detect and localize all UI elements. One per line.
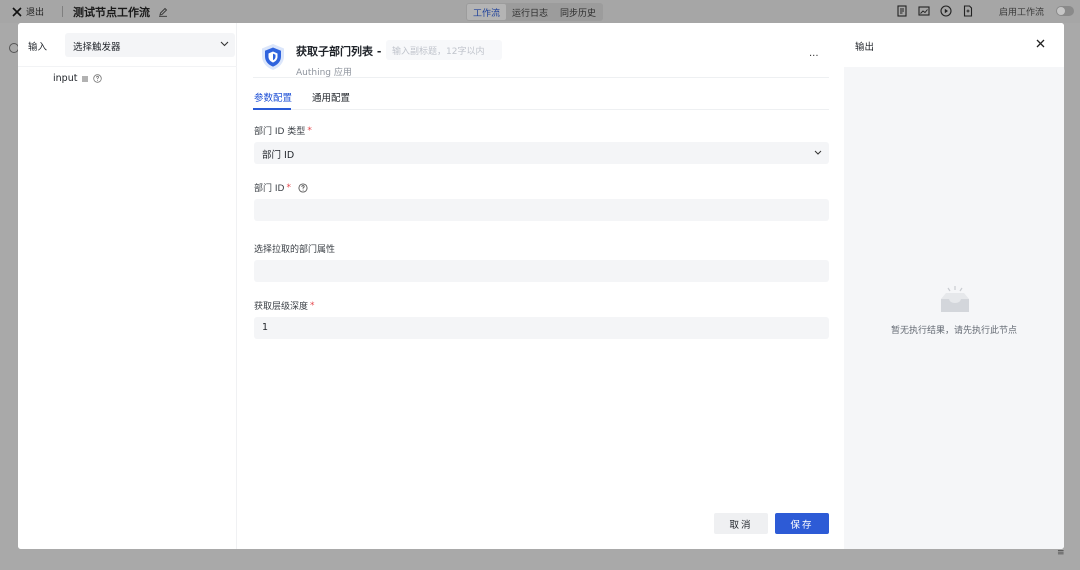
canvas-menu-icon: ≡: [1057, 548, 1065, 558]
file-icon[interactable]: [962, 5, 974, 17]
close-icon: [12, 6, 22, 17]
tab-param-config[interactable]: 参数配置: [254, 90, 292, 104]
input-panel-header: 输入 选择触发器: [18, 23, 237, 67]
dept-id-type-label-text: 部门 ID 类型: [254, 127, 306, 137]
input-panel: 输入 选择触发器 input: [18, 23, 237, 549]
header-divider: [253, 77, 829, 78]
depth-label: 获取层级深度 *: [254, 299, 315, 313]
node-config-modal: 输入 选择触发器 input 获取子部门列表 - 输入副标题，12字以内 Aut…: [18, 23, 1064, 549]
divider: [62, 6, 63, 17]
chevron-down-icon: [814, 150, 822, 155]
document-icon[interactable]: [896, 5, 908, 17]
help-icon[interactable]: [298, 182, 308, 193]
tab-general-config[interactable]: 通用配置: [312, 90, 350, 104]
dept-id-label: 部门 ID *: [254, 181, 308, 194]
exit-label: 退出: [26, 8, 45, 18]
empty-inbox-icon: [941, 286, 969, 312]
required-mark: *: [307, 125, 312, 136]
tab-bar-line: [253, 109, 829, 110]
workflow-title: 测试节点工作流: [73, 4, 168, 20]
dept-attrs-select[interactable]: [254, 260, 829, 282]
node-description-input[interactable]: 输入副标题，12字以内: [386, 40, 502, 60]
help-icon[interactable]: [93, 74, 103, 83]
depth-input[interactable]: 1: [254, 317, 829, 339]
image-icon[interactable]: [918, 5, 930, 17]
dept-id-type-value: 部门 ID: [262, 150, 295, 161]
trigger-select[interactable]: 选择触发器: [65, 33, 235, 57]
dept-attrs-label: 选择拉取的部门属性: [254, 242, 335, 255]
save-button[interactable]: 保存: [775, 513, 829, 534]
dept-id-type-select[interactable]: 部门 ID: [254, 142, 829, 164]
edit-icon[interactable]: [158, 7, 168, 17]
list-icon: [82, 76, 89, 81]
node-name: 获取子部门列表 -: [296, 45, 382, 58]
dept-id-label-text: 部门 ID: [254, 184, 285, 194]
depth-value: 1: [262, 322, 269, 333]
exit-button[interactable]: 退出: [12, 5, 44, 18]
authing-shield-icon: [262, 44, 284, 70]
dept-id-type-label: 部门 ID 类型 *: [254, 124, 312, 138]
output-panel-header: 输出: [844, 23, 1064, 67]
workflow-title-text: 测试节点工作流: [73, 6, 150, 19]
input-param-name: input: [53, 73, 78, 84]
tab-run-log[interactable]: 运行日志: [506, 4, 554, 20]
config-panel: 获取子部门列表 - 输入副标题，12字以内 Authing 应用 ··· 参数配…: [237, 23, 844, 549]
output-panel: 输出 暂无执行结果，请先执行此节点: [844, 23, 1064, 549]
output-panel-title: 输出: [855, 42, 875, 53]
dept-id-input[interactable]: [254, 199, 829, 221]
enable-workflow-label: 启用工作流: [999, 8, 1045, 18]
required-mark: *: [310, 300, 315, 311]
dept-attrs-label-text: 选择拉取的部门属性: [254, 245, 336, 255]
depth-label-text: 获取层级深度: [254, 302, 309, 312]
active-tab-indicator: [253, 108, 291, 110]
input-panel-title: 输入: [28, 42, 48, 53]
more-options-button[interactable]: ···: [809, 51, 819, 62]
required-mark: *: [286, 182, 291, 193]
empty-state-text: 暂无执行结果，请先执行此节点: [890, 326, 1017, 336]
tab-sync-history[interactable]: 同步历史: [554, 4, 602, 20]
input-param-item[interactable]: input: [53, 73, 103, 84]
top-bar: 退出 测试节点工作流 工作流 运行日志 同步历史 启用工作流: [0, 0, 1080, 23]
enable-workflow-toggle[interactable]: [1056, 6, 1074, 16]
play-icon[interactable]: [940, 5, 952, 17]
view-tabs: 工作流 运行日志 同步历史: [466, 3, 604, 21]
toolbar: [896, 5, 974, 17]
cancel-button[interactable]: 取消: [714, 513, 768, 534]
tab-workflow[interactable]: 工作流: [467, 4, 507, 20]
chevron-down-icon: [220, 41, 229, 47]
close-icon[interactable]: [1036, 39, 1045, 48]
trigger-select-value: 选择触发器: [73, 42, 121, 53]
